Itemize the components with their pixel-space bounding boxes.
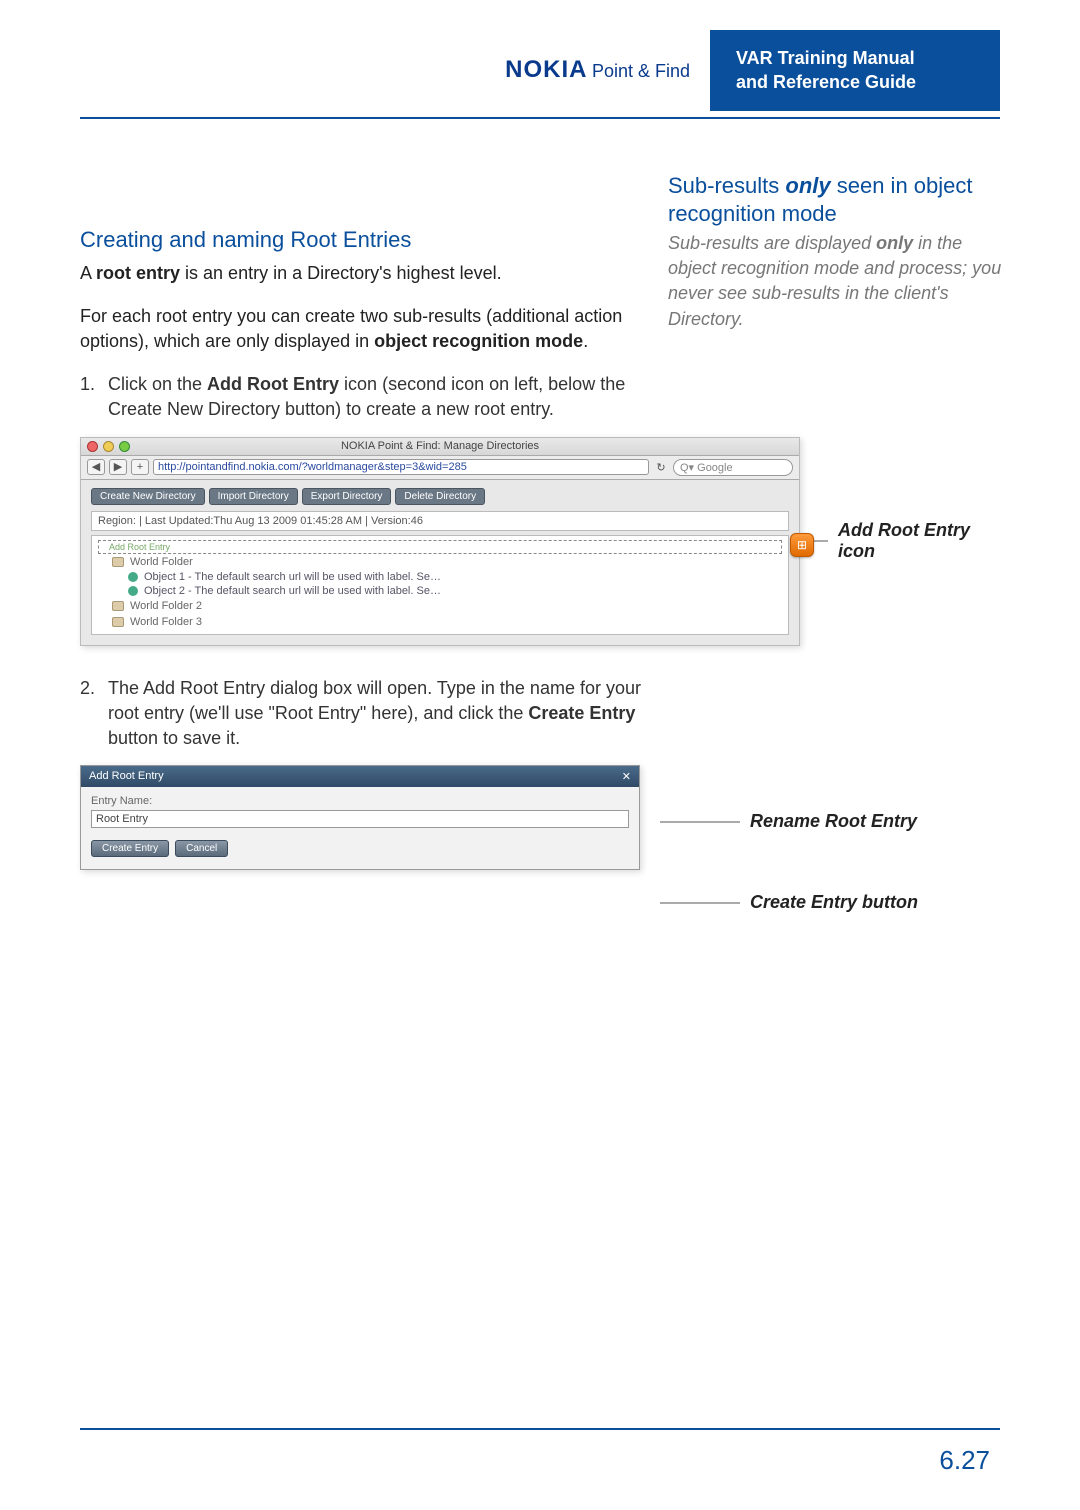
side-note-body: Sub-results are displayed only in the ob… xyxy=(668,231,1003,332)
side-note-title-pre: Sub-results xyxy=(668,173,785,198)
content-area: Create New Directory Import Directory Ex… xyxy=(81,480,799,645)
back-button[interactable]: ◀ xyxy=(87,459,105,475)
nokia-wordmark: NOKIA xyxy=(505,56,587,83)
step-1-a: Click on the xyxy=(108,374,207,394)
side-note-body-bold: only xyxy=(876,233,913,253)
main-content: Creating and naming Root Entries A root … xyxy=(80,227,660,423)
tree-item-label: World Folder xyxy=(130,556,193,568)
callout-rename-root-entry: Rename Root Entry xyxy=(740,811,917,832)
screenshot-2: Add Root Entry ✕ Entry Name: Root Entry … xyxy=(80,765,640,870)
import-directory-button[interactable]: Import Directory xyxy=(209,488,298,505)
reload-icon[interactable]: ↻ xyxy=(653,461,669,474)
paragraph-1: A root entry is an entry in a Directory'… xyxy=(80,261,660,286)
paragraph-2-bold: object recognition mode xyxy=(374,331,583,351)
step-2: 2. The Add Root Entry dialog box will op… xyxy=(80,676,660,752)
cancel-button[interactable]: Cancel xyxy=(175,840,228,857)
side-note-title: Sub-results only seen in object recognit… xyxy=(668,172,1003,227)
tree-item-world-folder[interactable]: World Folder xyxy=(92,554,788,570)
step-1-number: 1. xyxy=(80,372,108,422)
paragraph-2-c: . xyxy=(583,331,588,351)
tree-item-label: Object 2 - The default search url will b… xyxy=(144,585,441,597)
product-name: Point & Find xyxy=(592,61,690,81)
export-directory-button[interactable]: Export Directory xyxy=(302,488,392,505)
callout-create-entry-button: Create Entry button xyxy=(740,892,918,913)
tree-item-world-folder-3[interactable]: World Folder 3 xyxy=(92,614,788,630)
browser-toolbar: ◀ ▶ + http://pointandfind.nokia.com/?wor… xyxy=(81,456,799,480)
folder-icon xyxy=(112,617,124,627)
create-entry-button[interactable]: Create Entry xyxy=(91,840,169,857)
screenshot-1-row: NOKIA Point & Find: Manage Directories ◀… xyxy=(80,437,1000,646)
step-1-bold: Add Root Entry xyxy=(207,374,339,394)
callout-add-root-entry-icon: Add Root Entry icon xyxy=(828,520,1000,562)
globe-icon xyxy=(128,586,138,596)
document-title-line1: VAR Training Manual xyxy=(736,46,974,70)
entry-name-input[interactable]: Root Entry xyxy=(91,810,629,828)
side-note-body-a: Sub-results are displayed xyxy=(668,233,876,253)
tree-item-label: World Folder 2 xyxy=(130,600,202,612)
main-content-2: 2. The Add Root Entry dialog box will op… xyxy=(80,676,660,752)
folder-icon xyxy=(112,557,124,567)
paragraph-2: For each root entry you can create two s… xyxy=(80,304,660,354)
step-1: 1. Click on the Add Root Entry icon (sec… xyxy=(80,372,660,422)
dialog-title: Add Root Entry xyxy=(89,770,164,783)
brand-logo: NOKIA Point & Find xyxy=(80,30,710,111)
region-info: Region: | Last Updated:Thu Aug 13 2009 0… xyxy=(91,511,789,531)
step-2-number: 2. xyxy=(80,676,108,752)
screenshot-2-callouts: Rename Root Entry Create Entry button xyxy=(660,765,918,973)
step-1-text: Click on the Add Root Entry icon (second… xyxy=(108,372,660,422)
globe-icon xyxy=(128,572,138,582)
window-title: NOKIA Point & Find: Manage Directories xyxy=(81,440,799,452)
create-new-directory-button[interactable]: Create New Directory xyxy=(91,488,205,505)
document-title-line2: and Reference Guide xyxy=(736,70,974,94)
callout-line xyxy=(660,821,740,823)
tree-item-object-1[interactable]: Object 1 - The default search url will b… xyxy=(92,570,788,584)
forward-button[interactable]: ▶ xyxy=(109,459,127,475)
tree-item-label: Object 1 - The default search url will b… xyxy=(144,571,441,583)
screenshot-2-row: Add Root Entry ✕ Entry Name: Root Entry … xyxy=(80,765,1000,973)
search-field[interactable]: Q▾ Google xyxy=(673,459,793,476)
add-root-entry-icon[interactable]: ⊞ xyxy=(790,533,814,557)
page-number: 6.27 xyxy=(939,1445,990,1476)
header-divider xyxy=(80,117,1000,119)
callout-line xyxy=(660,902,740,904)
side-note-title-em: only xyxy=(785,173,830,198)
entry-name-label: Entry Name: xyxy=(91,795,629,807)
tree-item-world-folder-2[interactable]: World Folder 2 xyxy=(92,598,788,614)
step-2-text: The Add Root Entry dialog box will open.… xyxy=(108,676,660,752)
dialog-body: Entry Name: Root Entry Create Entry Canc… xyxy=(81,787,639,869)
page-header: NOKIA Point & Find VAR Training Manual a… xyxy=(80,30,1000,111)
folder-icon xyxy=(112,601,124,611)
step-2-c: button to save it. xyxy=(108,728,240,748)
dialog-titlebar: Add Root Entry ✕ xyxy=(81,766,639,787)
close-icon[interactable]: ✕ xyxy=(622,770,631,783)
tree-item-object-2[interactable]: Object 2 - The default search url will b… xyxy=(92,584,788,598)
window-titlebar: NOKIA Point & Find: Manage Directories xyxy=(81,438,799,456)
section-title: Creating and naming Root Entries xyxy=(80,227,660,253)
tree-item-label: World Folder 3 xyxy=(130,616,202,628)
screenshot-1-wrap: NOKIA Point & Find: Manage Directories ◀… xyxy=(80,437,800,646)
directory-action-buttons: Create New Directory Import Directory Ex… xyxy=(91,488,789,505)
side-note: Sub-results only seen in object recognit… xyxy=(668,172,1003,332)
step-2-bold: Create Entry xyxy=(528,703,635,723)
footer-divider xyxy=(80,1428,1000,1430)
paragraph-1-a: A xyxy=(80,263,96,283)
add-button[interactable]: + xyxy=(131,459,149,475)
delete-directory-button[interactable]: Delete Directory xyxy=(395,488,485,505)
document-title-box: VAR Training Manual and Reference Guide xyxy=(710,30,1000,111)
url-field[interactable]: http://pointandfind.nokia.com/?worldmana… xyxy=(153,459,649,475)
screenshot-1: NOKIA Point & Find: Manage Directories ◀… xyxy=(80,437,800,646)
paragraph-1-bold: root entry xyxy=(96,263,180,283)
add-root-entry-hover: Add Root Entry xyxy=(98,540,782,554)
paragraph-1-c: is an entry in a Directory's highest lev… xyxy=(180,263,502,283)
directory-tree: Add Root Entry World Folder Object 1 - T… xyxy=(91,535,789,635)
